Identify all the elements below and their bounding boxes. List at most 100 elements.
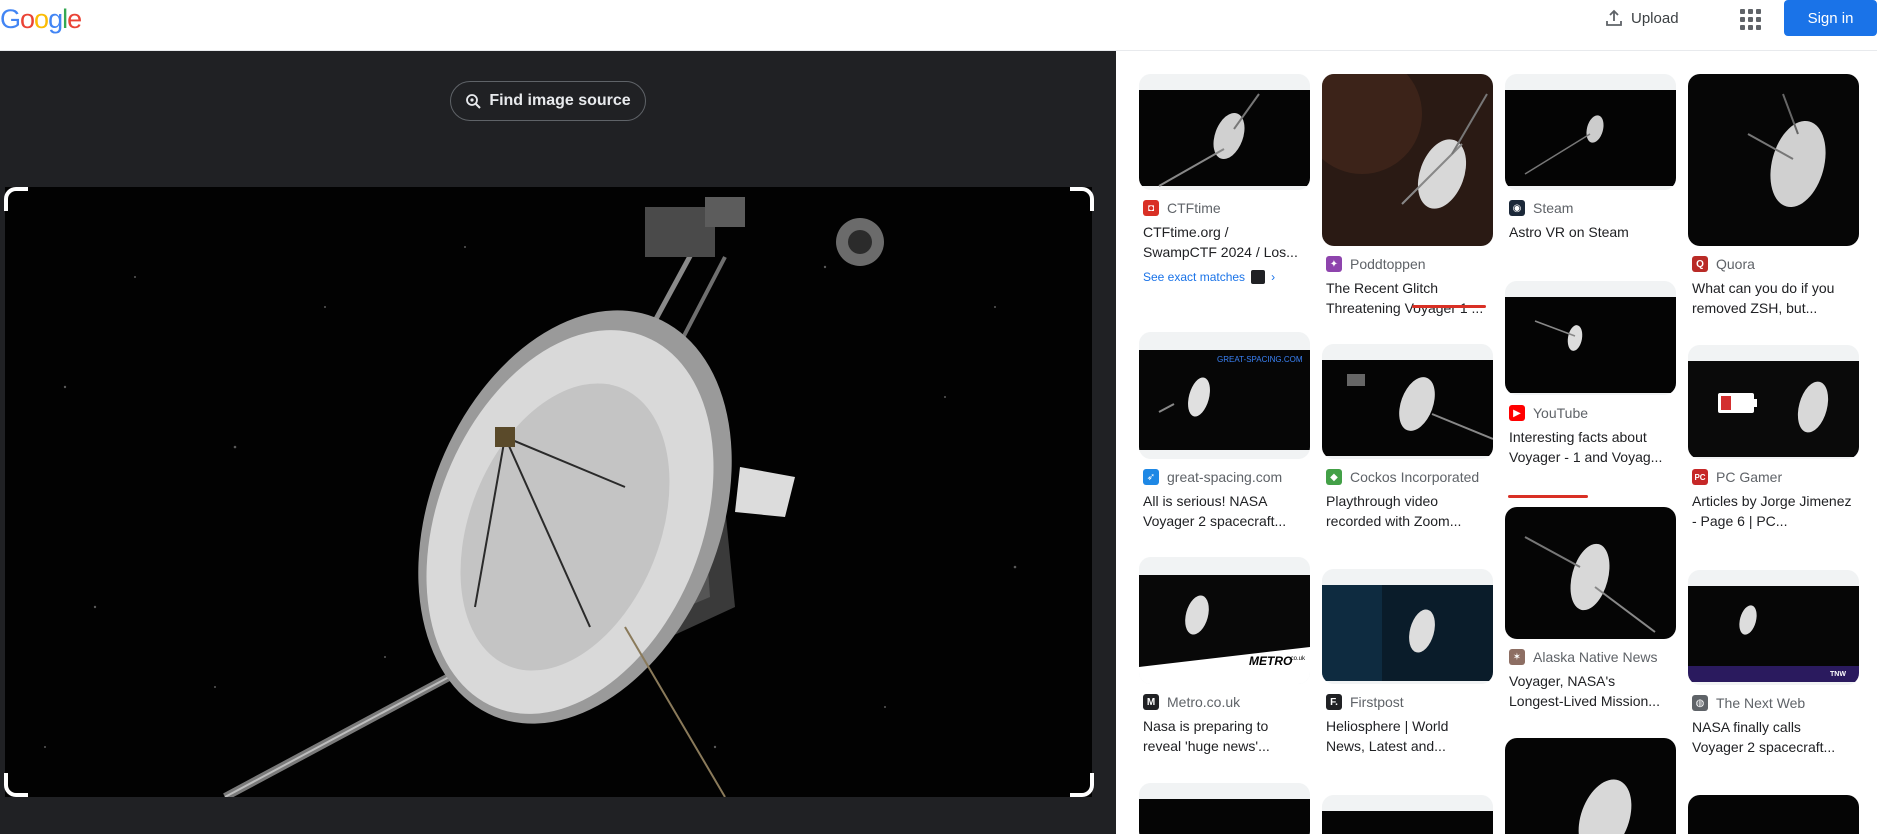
see-exact-matches-link[interactable]: See exact matches › bbox=[1139, 270, 1310, 284]
image-viewer-panel: Find image source bbox=[0, 51, 1116, 834]
result-source: Cockos Incorporated bbox=[1350, 469, 1480, 485]
cockos-favicon-icon: ◆ bbox=[1326, 469, 1342, 485]
result-title[interactable]: Heliosphere | World News, Latest and... bbox=[1322, 716, 1493, 756]
visual-matches-panel: ◘ CTFtime CTFtime.org / SwampCTF 2024 / L… bbox=[1116, 51, 1877, 834]
result-source: Quora bbox=[1716, 256, 1755, 272]
great-spacing-favicon-icon: ➶ bbox=[1143, 469, 1159, 485]
result-title[interactable]: Nasa is preparing to reveal 'huge news'.… bbox=[1139, 716, 1310, 756]
result-source: PC Gamer bbox=[1716, 469, 1783, 485]
find-image-source-label: Find image source bbox=[489, 92, 631, 109]
crop-handle-top-left[interactable] bbox=[4, 187, 28, 211]
result-thumbnail[interactable]: TNW bbox=[1688, 570, 1859, 685]
result-card-alaska-native-news[interactable]: ✶ Alaska Native News Voyager, NASA's Long… bbox=[1505, 507, 1676, 711]
ctftime-favicon-icon: ◘ bbox=[1143, 200, 1159, 216]
result-thumbnail[interactable] bbox=[1139, 74, 1310, 190]
result-card-poddtoppen[interactable]: ✦ Poddtoppen The Recent Glitch Threatenin… bbox=[1322, 74, 1493, 318]
result-thumbnail[interactable] bbox=[1322, 74, 1493, 246]
crop-handle-bottom-left[interactable] bbox=[4, 773, 28, 797]
result-thumbnail[interactable] bbox=[1505, 74, 1676, 190]
exact-match-thumbnail-icon bbox=[1251, 270, 1266, 284]
result-thumbnail[interactable] bbox=[1322, 344, 1493, 459]
result-thumbnail[interactable] bbox=[1688, 345, 1859, 459]
result-card-partial[interactable] bbox=[1322, 795, 1493, 834]
metro-watermark: METRO bbox=[1249, 654, 1293, 668]
crop-handle-top-right[interactable] bbox=[1070, 187, 1094, 211]
result-thumbnail[interactable] bbox=[1139, 783, 1310, 834]
result-card-partial[interactable] bbox=[1139, 783, 1310, 834]
result-title[interactable]: All is serious! NASA Voyager 2 spacecraf… bbox=[1139, 491, 1310, 531]
result-title[interactable]: The Recent Glitch Threatening Voyager 1 … bbox=[1322, 278, 1493, 318]
sign-in-button[interactable]: Sign in bbox=[1784, 0, 1877, 36]
result-thumbnail[interactable] bbox=[1322, 569, 1493, 684]
result-source: The Next Web bbox=[1716, 695, 1806, 711]
metro-favicon-icon: M bbox=[1143, 694, 1159, 710]
result-thumbnail[interactable] bbox=[1688, 74, 1859, 246]
result-source: Steam bbox=[1533, 200, 1574, 216]
steam-favicon-icon: ◉ bbox=[1509, 200, 1525, 216]
poddtoppen-favicon-icon: ✦ bbox=[1326, 256, 1342, 272]
top-bar: Google Upload Sign in bbox=[0, 0, 1877, 51]
result-card-cockos[interactable]: ◆ Cockos Incorporated Playthrough video r… bbox=[1322, 344, 1493, 531]
result-card-youtube[interactable]: ▶ YouTube Interesting facts about Voyager… bbox=[1505, 281, 1676, 498]
logo-letter: G bbox=[0, 4, 21, 34]
annotation-underline bbox=[1508, 495, 1588, 498]
pc-gamer-favicon-icon: PC bbox=[1692, 469, 1708, 485]
result-card-steam[interactable]: ◉ Steam Astro VR on Steam bbox=[1505, 74, 1676, 242]
logo-letter: o bbox=[20, 4, 35, 34]
result-title[interactable]: What can you do if you removed ZSH, but.… bbox=[1688, 278, 1859, 318]
crop-handle-bottom-right[interactable] bbox=[1070, 773, 1094, 797]
chevron-right-icon: › bbox=[1271, 270, 1276, 284]
logo-letter: g bbox=[48, 4, 63, 34]
result-thumbnail[interactable]: GREAT-SPACING.COM bbox=[1139, 332, 1310, 459]
result-card-ctftime[interactable]: ◘ CTFtime CTFtime.org / SwampCTF 2024 / L… bbox=[1139, 74, 1310, 284]
lens-search-icon bbox=[466, 94, 482, 109]
google-logo[interactable]: Google bbox=[0, 4, 82, 35]
result-card-firstpost[interactable]: F. Firstpost Heliosphere | World News, La… bbox=[1322, 569, 1493, 756]
result-card-the-next-web[interactable]: TNW ◍ The Next Web NASA finally calls Voy… bbox=[1688, 570, 1859, 757]
result-source: Poddtoppen bbox=[1350, 256, 1426, 272]
quora-favicon-icon: Q bbox=[1692, 256, 1708, 272]
result-thumbnail[interactable] bbox=[1505, 281, 1676, 395]
result-thumbnail[interactable] bbox=[1322, 795, 1493, 834]
youtube-favicon-icon: ▶ bbox=[1509, 405, 1525, 421]
result-source: YouTube bbox=[1533, 405, 1589, 421]
result-card-partial[interactable] bbox=[1688, 795, 1859, 834]
upload-icon bbox=[1606, 9, 1622, 26]
result-title[interactable]: Articles by Jorge Jimenez - Page 6 | PC.… bbox=[1688, 491, 1859, 531]
result-thumbnail[interactable]: METRO .co.uk bbox=[1139, 557, 1310, 684]
alaska-native-news-favicon-icon: ✶ bbox=[1509, 649, 1525, 665]
result-source: Metro.co.uk bbox=[1167, 694, 1241, 710]
result-thumbnail[interactable] bbox=[1688, 795, 1859, 834]
find-image-source-button[interactable]: Find image source bbox=[450, 81, 646, 121]
result-title[interactable]: CTFtime.org / SwampCTF 2024 / Los... bbox=[1139, 222, 1310, 262]
result-source: great-spacing.com bbox=[1167, 469, 1283, 485]
result-card-partial[interactable] bbox=[1505, 738, 1676, 834]
result-thumbnail[interactable] bbox=[1505, 738, 1676, 834]
result-source: CTFtime bbox=[1167, 200, 1221, 216]
result-card-pc-gamer[interactable]: PC PC Gamer Articles by Jorge Jimenez - P… bbox=[1688, 345, 1859, 531]
metro-watermark-suffix: .co.uk bbox=[1289, 656, 1306, 662]
logo-letter: e bbox=[67, 4, 82, 34]
upload-label: Upload bbox=[1631, 9, 1679, 27]
upload-button[interactable]: Upload bbox=[1605, 6, 1679, 30]
result-thumbnail[interactable] bbox=[1505, 507, 1676, 639]
voyager-spacecraft-image bbox=[5, 187, 1092, 797]
result-source: Alaska Native News bbox=[1533, 649, 1658, 665]
apps-grid-icon[interactable] bbox=[1738, 7, 1762, 31]
logo-letter: o bbox=[34, 4, 49, 34]
result-card-quora[interactable]: Q Quora What can you do if you removed ZS… bbox=[1688, 74, 1859, 318]
result-source: Firstpost bbox=[1350, 694, 1404, 710]
result-title[interactable]: Voyager, NASA's Longest-Lived Mission... bbox=[1505, 671, 1676, 711]
result-title[interactable]: Astro VR on Steam bbox=[1505, 222, 1676, 242]
result-title[interactable]: Playthrough video recorded with Zoom... bbox=[1322, 491, 1493, 531]
firstpost-favicon-icon: F. bbox=[1326, 694, 1342, 710]
annotation-underline bbox=[1412, 305, 1486, 308]
result-title[interactable]: Interesting facts about Voyager - 1 and … bbox=[1505, 427, 1676, 467]
result-title[interactable]: NASA finally calls Voyager 2 spacecraft.… bbox=[1688, 717, 1859, 757]
tnw-watermark: TNW bbox=[1830, 671, 1846, 678]
result-card-metro[interactable]: METRO .co.uk M Metro.co.uk Nasa is prepari… bbox=[1139, 557, 1310, 756]
result-card-great-spacing[interactable]: GREAT-SPACING.COM ➶ great-spacing.com All… bbox=[1139, 332, 1310, 531]
the-next-web-favicon-icon: ◍ bbox=[1692, 695, 1708, 711]
query-image[interactable] bbox=[5, 187, 1092, 797]
see-exact-matches-label: See exact matches bbox=[1143, 270, 1246, 284]
